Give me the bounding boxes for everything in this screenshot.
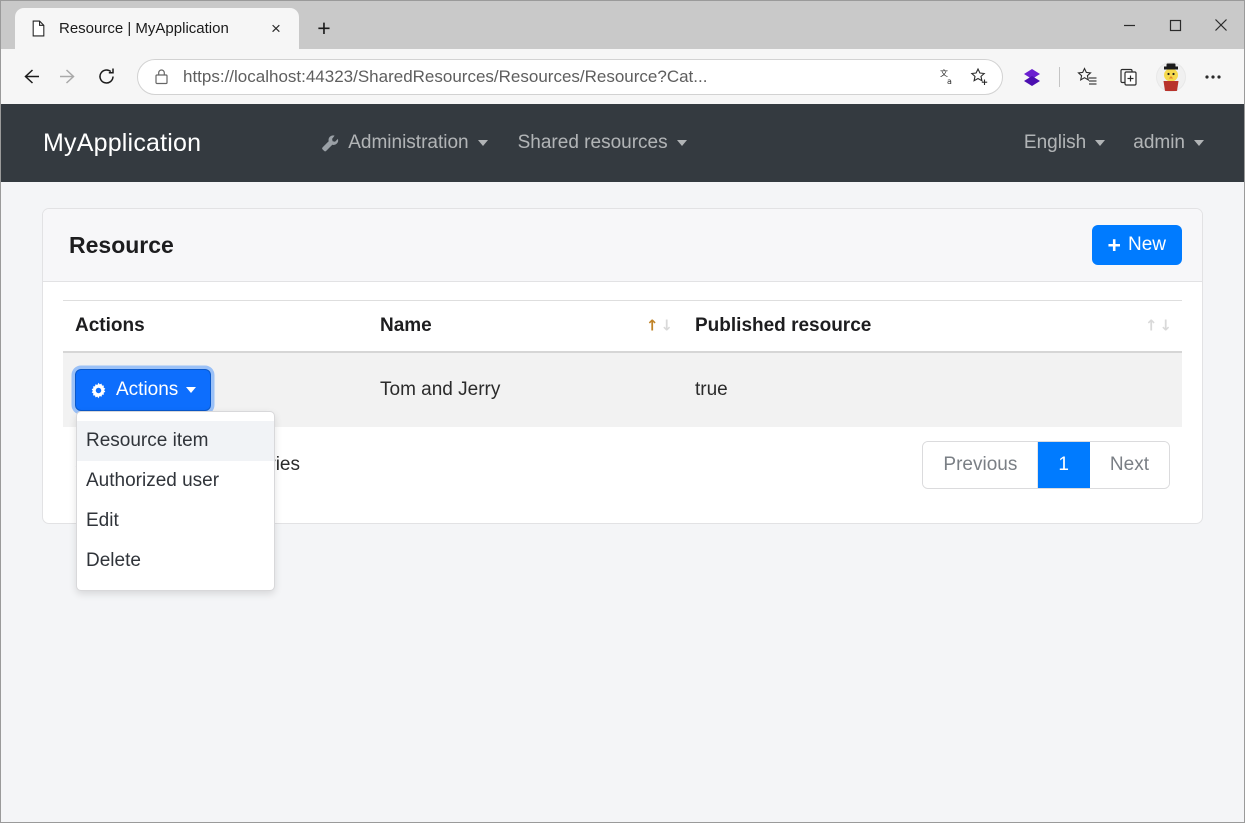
column-label: Name — [380, 315, 432, 336]
close-icon[interactable]: × — [263, 16, 289, 42]
settings-more-icon[interactable] — [1195, 59, 1231, 95]
chevron-down-icon — [1194, 140, 1204, 146]
svg-text:a: a — [947, 77, 952, 86]
extension-diamond-icon[interactable] — [1014, 59, 1050, 95]
column-header-actions: Actions — [63, 300, 368, 353]
nav-item-shared-resources[interactable]: Shared resources — [518, 132, 687, 154]
forward-icon[interactable] — [49, 58, 87, 96]
app-nav-items: Administration Shared resources — [321, 132, 716, 154]
chevron-down-icon — [676, 140, 687, 146]
chevron-down-icon — [186, 387, 197, 393]
translate-icon[interactable]: 文 a — [932, 61, 964, 93]
address-bar[interactable]: https://localhost:44323/SharedResources/… — [137, 58, 1003, 95]
sort-ascending-icon: ↑ — [645, 316, 659, 335]
actions-dropdown: Actions Resource item Authorized user Ed… — [75, 369, 275, 591]
resource-table: Actions Name ↑ ↓ Published resource ↑ ↓ … — [63, 300, 1182, 591]
pagination-page-1[interactable]: 1 — [1038, 442, 1090, 488]
back-icon[interactable] — [11, 58, 49, 96]
add-favorite-icon[interactable] — [964, 61, 996, 93]
card-header: Resource + New — [43, 209, 1202, 282]
column-header-published-resource[interactable]: Published resource ↑ ↓ — [683, 300, 1182, 353]
table-body: Actions Resource item Authorized user Ed… — [63, 352, 1182, 591]
dropdown-item-delete[interactable]: Delete — [77, 541, 274, 581]
column-label: Actions — [75, 315, 145, 336]
language-label: English — [1023, 132, 1087, 153]
chevron-down-icon — [1095, 140, 1106, 146]
page-viewport: MyApplication Administration Shared reso… — [1, 104, 1244, 822]
wrench-icon — [321, 134, 340, 153]
user-label: admin — [1133, 132, 1185, 153]
chevron-down-icon — [477, 140, 488, 146]
window-close-icon[interactable] — [1198, 1, 1244, 49]
pagination-previous[interactable]: Previous — [923, 442, 1039, 488]
column-label: Published resource — [695, 315, 872, 336]
new-button[interactable]: + New — [1091, 225, 1182, 265]
table-header-row: Actions Name ↑ ↓ Published resource ↑ ↓ — [63, 300, 1182, 353]
app-navbar: MyApplication Administration Shared reso… — [1, 104, 1244, 182]
window-controls — [1106, 1, 1244, 49]
pagination: Previous 1 Next — [922, 441, 1170, 489]
browser-toolbar: https://localhost:44323/SharedResources/… — [1, 49, 1244, 104]
collections-icon[interactable] — [1111, 59, 1147, 95]
cell-actions: Actions Resource item Authorized user Ed… — [63, 352, 368, 591]
dropdown-item-authorized-user[interactable]: Authorized user — [77, 461, 274, 501]
toolbar-divider — [1059, 66, 1060, 87]
reload-icon[interactable] — [87, 58, 125, 96]
sort-descending-icon: ↓ — [660, 316, 673, 335]
browser-toolbar-right — [1011, 59, 1234, 95]
new-tab-button[interactable]: + — [307, 11, 341, 45]
favorites-list-icon[interactable] — [1069, 59, 1105, 95]
urlbar-actions: 文 a — [932, 61, 996, 93]
nav-item-label: Administration — [348, 132, 469, 153]
sort-ascending-icon: ↑ — [1144, 316, 1158, 335]
table-row: Actions Resource item Authorized user Ed… — [63, 352, 1182, 591]
dropdown-item-resource-item[interactable]: Resource item — [77, 421, 274, 461]
nav-item-language[interactable]: English — [1023, 132, 1106, 154]
new-button-label: New — [1127, 234, 1166, 255]
url-text: https://localhost:44323/SharedResources/… — [183, 66, 708, 86]
gear-icon — [90, 382, 107, 399]
browser-tab[interactable]: Resource | MyApplication × — [15, 8, 299, 49]
actions-button[interactable]: Actions — [75, 369, 212, 411]
actions-dropdown-menu: Resource item Authorized user Edit Delet… — [76, 411, 275, 591]
nav-item-administration[interactable]: Administration — [321, 132, 488, 154]
lock-icon — [154, 68, 169, 85]
sort-icon[interactable]: ↑ ↓ — [645, 316, 673, 335]
app-brand[interactable]: MyApplication — [43, 129, 201, 158]
nav-item-label: Shared resources — [517, 132, 668, 153]
cell-name: Tom and Jerry — [368, 352, 683, 427]
cell-published: true — [683, 352, 1182, 427]
sort-icon[interactable]: ↑ ↓ — [1144, 316, 1172, 335]
card-body: Actions Name ↑ ↓ Published resource ↑ ↓ … — [43, 282, 1202, 591]
tab-title: Resource | MyApplication — [59, 20, 229, 37]
page-title: Resource — [69, 231, 174, 258]
column-header-name[interactable]: Name ↑ ↓ — [368, 300, 683, 353]
browser-window: Resource | MyApplication × + https://loc… — [0, 0, 1245, 823]
page-icon — [29, 20, 47, 38]
resource-card: Resource + New Actions Name ↑ ↓ Publishe… — [42, 208, 1203, 591]
app-nav-right: English admin — [996, 132, 1244, 154]
pagination-next[interactable]: Next — [1089, 442, 1169, 488]
plus-icon: + — [1107, 231, 1121, 258]
sort-descending-icon: ↓ — [1159, 316, 1172, 335]
actions-button-label: Actions — [116, 379, 179, 400]
table-head: Actions Name ↑ ↓ Published resource ↑ ↓ — [63, 300, 1182, 353]
profile-avatar[interactable] — [1156, 61, 1186, 92]
dropdown-item-edit[interactable]: Edit — [77, 501, 274, 541]
browser-titlebar: Resource | MyApplication × + — [1, 1, 1244, 49]
minimize-icon[interactable] — [1106, 1, 1152, 49]
maximize-icon[interactable] — [1152, 1, 1198, 49]
nav-item-user[interactable]: admin — [1133, 132, 1204, 154]
